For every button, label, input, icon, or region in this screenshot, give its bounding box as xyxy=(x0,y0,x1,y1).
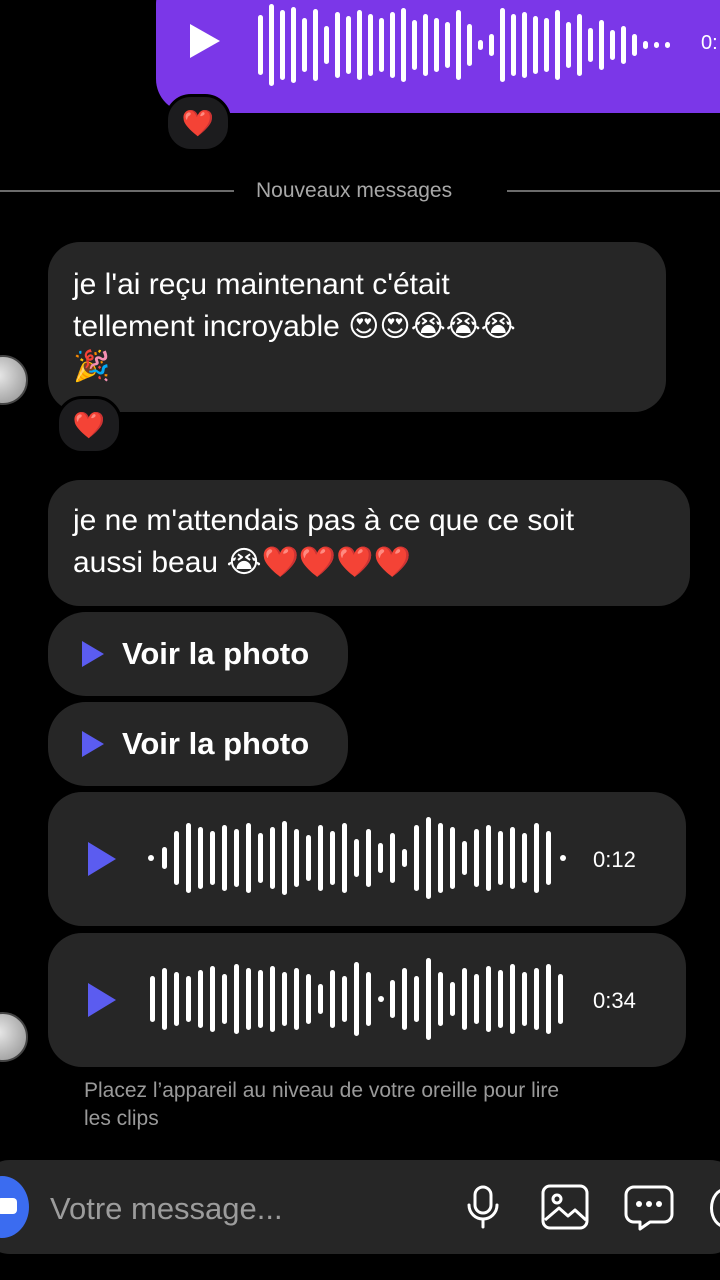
heart-icon: ❤️ xyxy=(181,107,215,138)
heart-reaction[interactable]: ❤️ xyxy=(56,396,122,454)
message-text-line: aussi beau 😭❤️❤️❤️❤️ xyxy=(73,546,411,579)
play-icon xyxy=(82,641,104,667)
message-text-line: je ne m'attendais pas à ce que ce soit xyxy=(73,504,575,537)
avatar[interactable] xyxy=(0,1012,28,1062)
ear-playback-hint: les clips xyxy=(84,1107,159,1130)
voice-message-bubble[interactable]: 0:12 xyxy=(48,792,686,926)
view-photo-label: Voir la photo xyxy=(122,726,310,761)
new-messages-label: Nouveaux messages xyxy=(256,179,453,202)
waveform xyxy=(150,958,563,1040)
received-message-bubble[interactable]: je ne m'attendais pas à ce que ce soit a… xyxy=(48,480,690,606)
view-photo-button[interactable]: Voir la photo xyxy=(48,612,348,696)
chat-bubble-icon xyxy=(624,1185,674,1231)
heart-icon: ❤️ xyxy=(72,409,106,440)
heart-reaction[interactable]: ❤️ xyxy=(165,94,231,152)
voice-duration: 0: xyxy=(701,32,718,54)
sticker-button[interactable] xyxy=(624,1182,674,1232)
play-icon[interactable] xyxy=(190,24,220,58)
microphone-icon xyxy=(467,1185,499,1229)
voice-message-bubble[interactable]: 0:34 xyxy=(48,933,686,1067)
received-message-bubble[interactable]: je l'ai reçu maintenant c'était tellemen… xyxy=(48,242,666,412)
play-icon[interactable] xyxy=(88,842,116,876)
camera-button[interactable] xyxy=(0,1176,29,1238)
camera-icon xyxy=(0,1198,17,1214)
ear-playback-hint: Placez l’appareil au niveau de votre ore… xyxy=(84,1079,560,1102)
play-icon[interactable] xyxy=(88,983,116,1017)
image-icon xyxy=(541,1184,589,1230)
waveform xyxy=(258,4,670,86)
waveform xyxy=(148,817,566,899)
avatar[interactable] xyxy=(0,355,28,405)
view-photo-label: Voir la photo xyxy=(122,636,310,671)
divider-line-left xyxy=(0,190,234,192)
microphone-button[interactable] xyxy=(458,1182,508,1232)
divider-line-right xyxy=(507,190,720,192)
message-input[interactable] xyxy=(48,1186,442,1232)
play-icon xyxy=(82,731,104,757)
view-photo-button[interactable]: Voir la photo xyxy=(48,702,348,786)
voice-duration: 0:34 xyxy=(593,988,636,1013)
party-popper-emoji: 🎉 xyxy=(73,350,111,383)
voice-duration: 0:12 xyxy=(593,847,636,872)
gallery-button[interactable] xyxy=(540,1182,590,1232)
message-text-line: tellement incroyable 😍😍😭😭😭 xyxy=(73,310,516,343)
message-text-line: je l'ai reçu maintenant c'était xyxy=(73,268,450,301)
